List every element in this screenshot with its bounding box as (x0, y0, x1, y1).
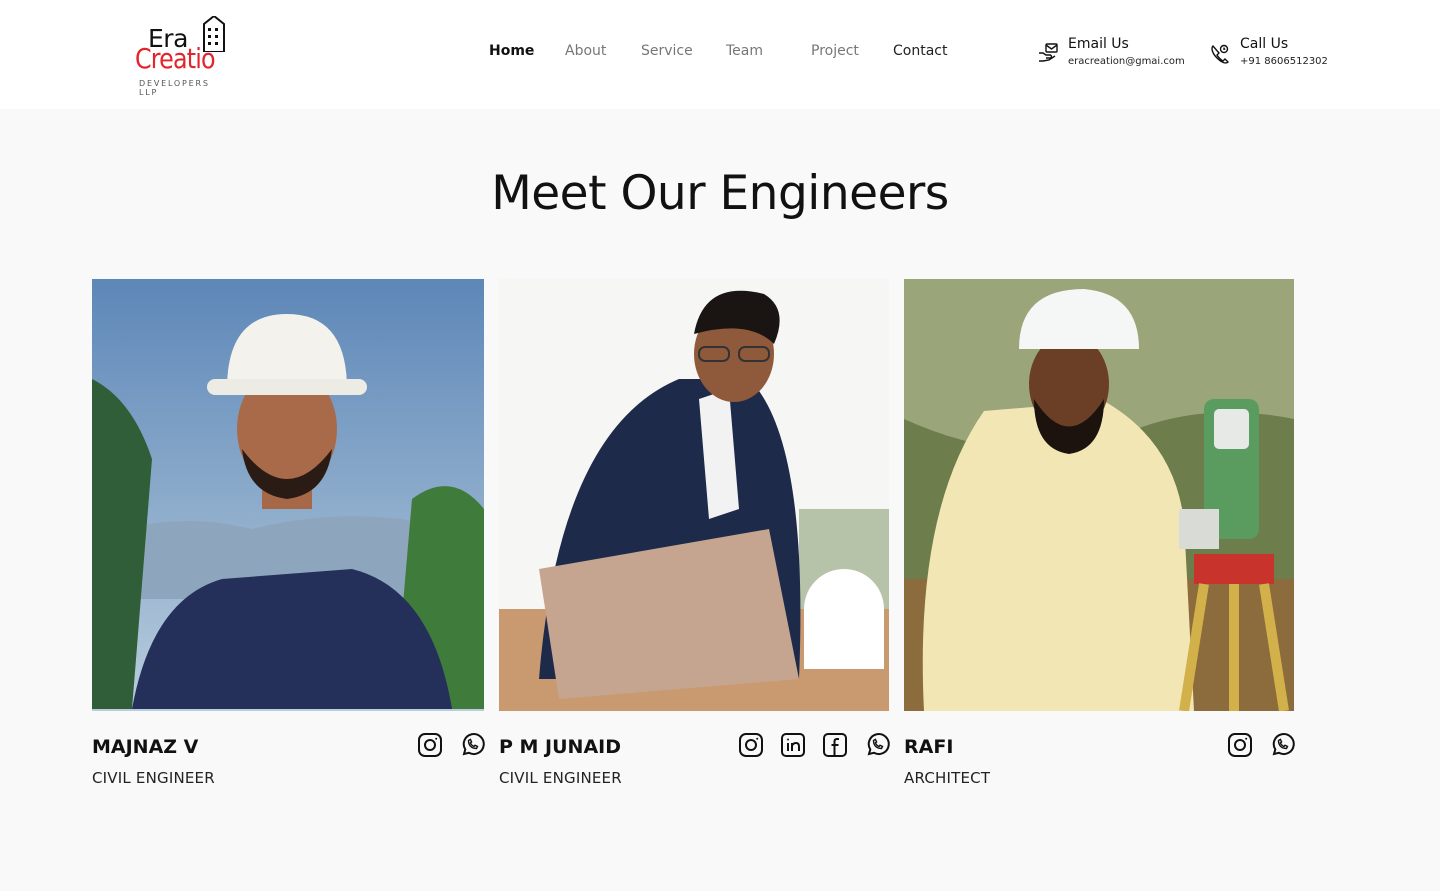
nav-about[interactable]: About (565, 43, 606, 59)
engineer-role: CIVIL ENGINEER (92, 769, 215, 787)
nav-home[interactable]: Home (489, 43, 534, 59)
logo-text-creatio: Creatio (135, 42, 216, 75)
nav-service[interactable]: Service (641, 43, 693, 59)
nav-team[interactable]: Team (726, 43, 763, 59)
nav-contact[interactable]: Contact (893, 43, 947, 59)
instagram-icon[interactable] (1227, 732, 1253, 758)
nav-project[interactable]: Project (811, 43, 859, 59)
whatsapp-icon[interactable] (1269, 732, 1295, 758)
email-title: Email Us (1068, 36, 1129, 52)
instagram-icon[interactable] (738, 732, 764, 758)
engineer-role: ARCHITECT (904, 769, 991, 787)
section-title: Meet Our Engineers (491, 166, 949, 221)
email-hand-icon (1039, 43, 1058, 62)
engineer-photo (92, 279, 484, 711)
social-links (1227, 732, 1295, 758)
company-logo[interactable]: Era Creatio DEVELOPERS LLP (132, 16, 232, 97)
email-value[interactable]: eracreation@gmai.com (1068, 56, 1185, 67)
engineer-name: RAFI (904, 736, 954, 758)
social-links (417, 732, 485, 758)
whatsapp-icon[interactable] (864, 732, 890, 758)
whatsapp-icon[interactable] (459, 732, 485, 758)
engineer-name: MAJNAZ V (92, 736, 199, 758)
instagram-icon[interactable] (417, 732, 443, 758)
engineer-role: CIVIL ENGINEER (499, 769, 622, 787)
engineer-photo (499, 279, 889, 711)
site-header: Era Creatio DEVELOPERS LLP Home About Se… (0, 0, 1440, 109)
engineer-photo (904, 279, 1294, 711)
social-links (738, 732, 890, 758)
engineer-name: P M JUNAID (499, 736, 622, 758)
phone-title: Call Us (1240, 36, 1289, 52)
phone-value[interactable]: +91 8606512302 (1240, 56, 1328, 67)
phone-call-icon (1211, 44, 1229, 64)
facebook-icon[interactable] (822, 732, 848, 758)
logo-subtitle: DEVELOPERS LLP (139, 79, 210, 97)
linkedin-icon[interactable] (780, 732, 806, 758)
